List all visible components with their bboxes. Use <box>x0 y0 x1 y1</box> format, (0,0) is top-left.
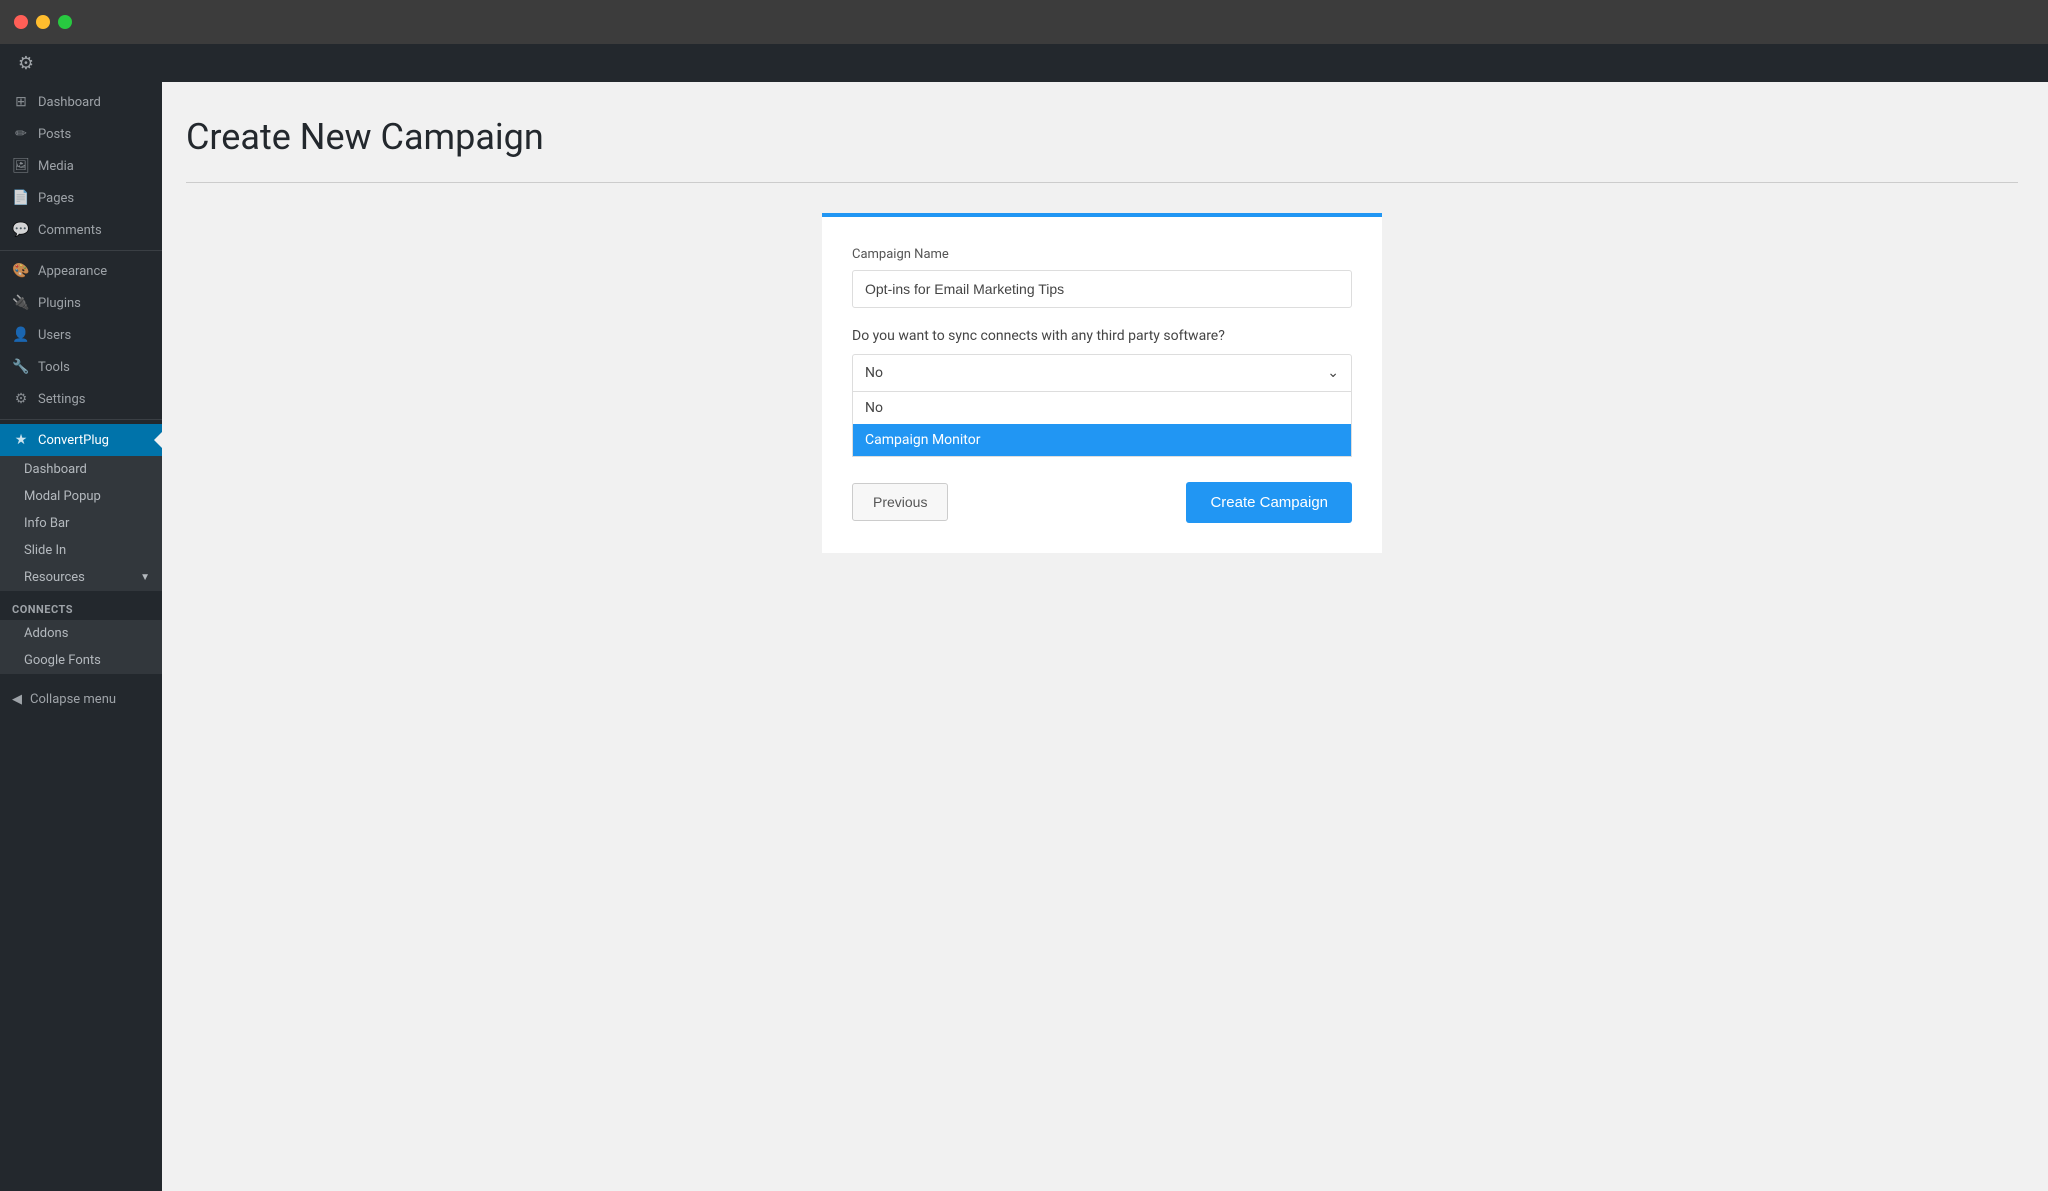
content-area: Create New Campaign Campaign Name Do you… <box>162 86 2048 1191</box>
sidebar: ⊞ Dashboard ✏ Posts 🖼 Media 📄 Pages 💬 Co… <box>0 44 162 1191</box>
appearance-icon: 🎨 <box>12 263 30 279</box>
settings-icon: ⚙ <box>12 391 30 407</box>
sidebar-sub-dashboard[interactable]: Dashboard <box>0 456 162 483</box>
posts-icon: ✏ <box>12 126 30 142</box>
tools-icon: 🔧 <box>12 359 30 375</box>
pages-icon: 📄 <box>12 190 30 206</box>
sidebar-sub-resources[interactable]: Resources ▼ <box>0 564 162 591</box>
titlebar <box>0 0 2048 44</box>
users-icon: 👤 <box>12 327 30 343</box>
dropdown-menu: No Campaign Monitor <box>852 392 1352 457</box>
convertplug-icon: ★ <box>12 432 30 448</box>
collapse-menu-button[interactable]: ◀ Collapse menu <box>0 682 162 717</box>
campaign-name-label: Campaign Name <box>852 247 1352 262</box>
connects-submenu: Addons Google Fonts <box>0 620 162 674</box>
main-content: Create New Campaign Campaign Name Do you… <box>162 44 2048 1191</box>
maximize-button[interactable] <box>58 15 72 29</box>
dropdown-arrow-icon: ⌄ <box>1327 365 1339 381</box>
sidebar-item-pages[interactable]: 📄 Pages <box>0 182 162 214</box>
sidebar-addons[interactable]: Addons <box>0 620 162 647</box>
sidebar-item-appearance[interactable]: 🎨 Appearance <box>0 255 162 287</box>
sidebar-submenu: Dashboard Modal Popup Info Bar Slide In … <box>0 456 162 591</box>
plugins-icon: 🔌 <box>12 295 30 311</box>
sync-question-text: Do you want to sync connects with any th… <box>852 328 1352 344</box>
form-footer: Previous Create Campaign <box>852 482 1352 523</box>
comments-icon: 💬 <box>12 222 30 238</box>
sidebar-item-dashboard[interactable]: ⊞ Dashboard <box>0 86 162 118</box>
sidebar-item-media[interactable]: 🖼 Media <box>0 150 162 182</box>
dropdown-option-no[interactable]: No <box>853 392 1351 424</box>
sync-dropdown[interactable]: No ⌄ No Campaign Monitor <box>852 354 1352 392</box>
minimize-button[interactable] <box>36 15 50 29</box>
close-button[interactable] <box>14 15 28 29</box>
dashboard-icon: ⊞ <box>12 94 30 110</box>
previous-button[interactable]: Previous <box>852 483 948 521</box>
campaign-form-card: Campaign Name Do you want to sync connec… <box>822 213 1382 553</box>
sidebar-sub-slide-in[interactable]: Slide In <box>0 537 162 564</box>
connects-section-label: Connects <box>0 591 162 620</box>
title-divider <box>186 182 2018 183</box>
wp-admin-bar: ⚙ <box>0 44 2048 82</box>
dropdown-option-campaign-monitor[interactable]: Campaign Monitor <box>853 424 1351 456</box>
campaign-name-input[interactable] <box>852 270 1352 308</box>
sidebar-item-users[interactable]: 👤 Users <box>0 319 162 351</box>
sidebar-google-fonts[interactable]: Google Fonts <box>0 647 162 674</box>
sidebar-item-comments[interactable]: 💬 Comments <box>0 214 162 246</box>
sidebar-item-plugins[interactable]: 🔌 Plugins <box>0 287 162 319</box>
media-icon: 🖼 <box>12 158 30 174</box>
sidebar-item-convertplug[interactable]: ★ ConvertPlug <box>0 424 162 456</box>
app-layout: ⊞ Dashboard ✏ Posts 🖼 Media 📄 Pages 💬 Co… <box>0 44 2048 1191</box>
create-campaign-button[interactable]: Create Campaign <box>1186 482 1352 523</box>
sidebar-item-settings[interactable]: ⚙ Settings <box>0 383 162 415</box>
dropdown-selected-value[interactable]: No ⌄ <box>852 354 1352 392</box>
collapse-icon: ◀ <box>12 692 22 707</box>
sidebar-sub-modal-popup[interactable]: Modal Popup <box>0 483 162 510</box>
sidebar-item-tools[interactable]: 🔧 Tools <box>0 351 162 383</box>
resources-arrow-icon: ▼ <box>140 572 150 583</box>
sidebar-item-posts[interactable]: ✏ Posts <box>0 118 162 150</box>
page-title: Create New Campaign <box>186 116 2018 158</box>
sidebar-sub-info-bar[interactable]: Info Bar <box>0 510 162 537</box>
wp-logo-icon: ⚙ <box>12 49 40 77</box>
